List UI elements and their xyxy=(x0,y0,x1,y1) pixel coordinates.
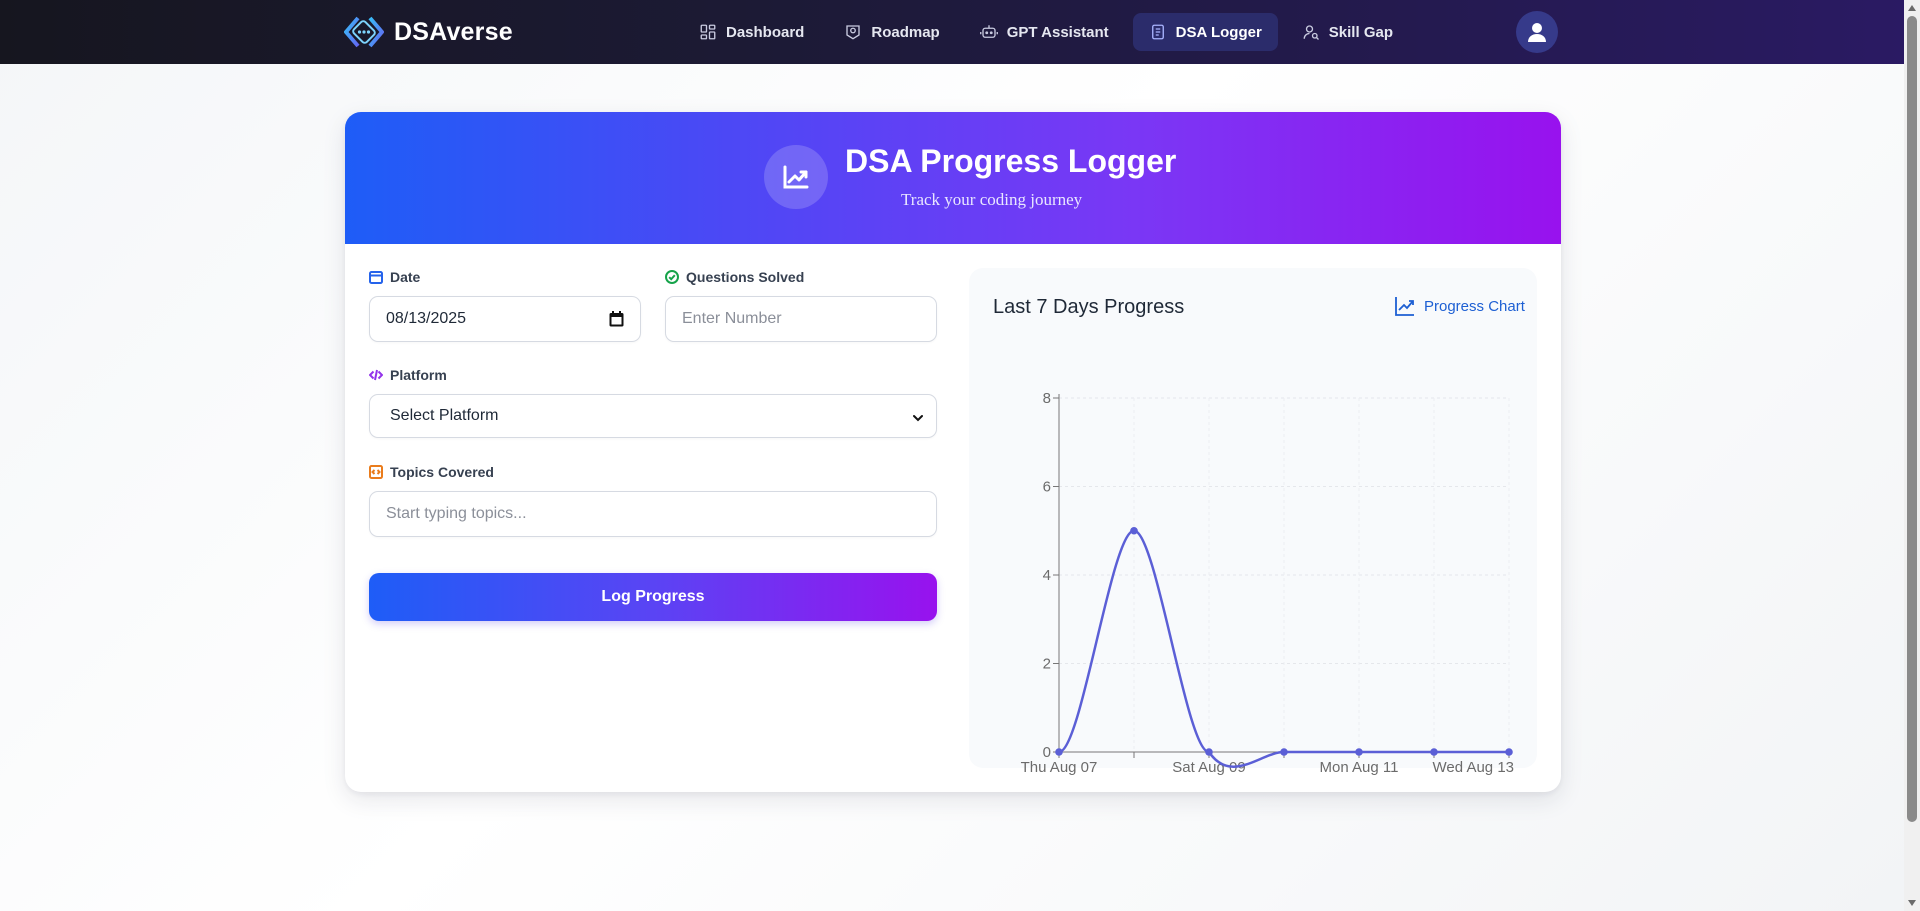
map-pin-icon xyxy=(846,25,861,40)
y-tick-label: 6 xyxy=(1043,479,1051,496)
topics-label: Topics Covered xyxy=(369,464,494,480)
code-box-icon xyxy=(369,465,383,479)
chevron-down-icon xyxy=(913,415,923,422)
questions-label: Questions Solved xyxy=(665,269,804,285)
logger-card: DSA Progress Logger Track your coding jo… xyxy=(345,112,1561,792)
calendar-icon xyxy=(369,271,383,284)
nav-item-gpt-assistant[interactable]: GPT Assistant xyxy=(964,13,1125,51)
top-navbar: DSAverse Dashboard Roadmap GPT Assistant… xyxy=(0,0,1904,64)
header-badge xyxy=(764,145,828,209)
nav-item-dashboard[interactable]: Dashboard xyxy=(683,13,820,51)
log-progress-button[interactable]: Log Progress xyxy=(369,573,937,621)
y-tick-label: 2 xyxy=(1043,656,1051,673)
y-tick-label: 4 xyxy=(1043,567,1051,584)
page-title: DSA Progress Logger xyxy=(845,143,1177,179)
progress-chart-link-label: Progress Chart xyxy=(1424,297,1525,315)
nav-item-label: Skill Gap xyxy=(1328,23,1393,41)
data-point xyxy=(1205,748,1213,756)
progress-chart-panel: Last 7 Days Progress Progress Chart 0246… xyxy=(969,268,1537,776)
document-icon xyxy=(1151,24,1164,40)
scroll-down-arrow[interactable] xyxy=(1908,900,1916,906)
data-point xyxy=(1430,748,1438,756)
trending-up-icon xyxy=(1395,297,1414,316)
questions-placeholder: Enter Number xyxy=(682,310,782,327)
platform-select-value: Select Platform xyxy=(390,407,499,424)
nav-item-label: Dashboard xyxy=(726,23,805,41)
x-tick-label: Thu Aug 07 xyxy=(1021,759,1098,776)
robot-icon xyxy=(979,25,998,38)
platform-label: Platform xyxy=(369,367,447,383)
y-tick-label: 8 xyxy=(1043,390,1051,407)
platform-select[interactable]: Select Platform xyxy=(369,394,937,438)
data-point xyxy=(1055,748,1063,756)
progress-line-chart: 02468Thu Aug 07 Sat Aug 09 Mon Aug 11 Wed A… xyxy=(1021,390,1514,776)
trending-chart-icon xyxy=(783,165,809,189)
nav-item-label: DSA Logger xyxy=(1175,23,1262,41)
dashboard-icon xyxy=(700,24,716,40)
questions-solved-input[interactable]: Enter Number xyxy=(665,296,937,342)
user-avatar-button[interactable] xyxy=(1516,11,1558,53)
main-nav: Dashboard Roadmap GPT Assistant DSA Logg… xyxy=(683,13,1409,51)
data-point xyxy=(1130,526,1138,535)
scroll-up-arrow[interactable] xyxy=(1908,5,1916,11)
topics-placeholder: Start typing topics... xyxy=(386,505,527,522)
data-point xyxy=(1280,748,1288,756)
page-subtitle: Track your coding journey xyxy=(901,190,1083,209)
topics-label-text: Topics Covered xyxy=(390,464,494,480)
calendar-picker-icon[interactable] xyxy=(609,311,624,327)
nav-item-dsa-logger[interactable]: DSA Logger xyxy=(1132,13,1278,51)
x-tick-label: Wed Aug 13 xyxy=(1433,759,1514,776)
progress-chart-link[interactable]: Progress Chart xyxy=(1394,295,1525,317)
chart-title: Last 7 Days Progress xyxy=(993,296,1185,318)
nav-item-label: GPT Assistant xyxy=(1006,23,1109,41)
date-input[interactable]: 08/13/2025 xyxy=(369,296,641,342)
date-input-value: 08/13/2025 xyxy=(386,310,467,327)
date-label-text: Date xyxy=(390,269,421,285)
x-tick-label: Mon Aug 11 xyxy=(1320,759,1399,776)
questions-label-text: Questions Solved xyxy=(686,269,805,285)
nav-item-skill-gap[interactable]: Skill Gap xyxy=(1286,13,1409,51)
brand-name: DSAverse xyxy=(394,17,513,46)
topics-input[interactable]: Start typing topics... xyxy=(369,491,937,537)
nav-item-label: Roadmap xyxy=(871,23,940,41)
data-point xyxy=(1355,748,1363,756)
nav-item-roadmap[interactable]: Roadmap xyxy=(828,13,955,51)
logger-header: DSA Progress Logger Track your coding jo… xyxy=(345,112,1561,244)
code-icon xyxy=(369,369,383,381)
check-circle-icon xyxy=(665,270,679,284)
brand-logo-icon xyxy=(344,16,384,48)
date-label: Date xyxy=(369,269,420,285)
scroll-thumb[interactable] xyxy=(1907,16,1917,822)
user-search-icon xyxy=(1303,25,1319,40)
data-point xyxy=(1505,748,1513,756)
brand[interactable]: DSAverse xyxy=(344,14,513,50)
page-scrollbar[interactable] xyxy=(1904,0,1920,911)
user-icon xyxy=(1528,23,1546,42)
platform-label-text: Platform xyxy=(390,367,447,383)
